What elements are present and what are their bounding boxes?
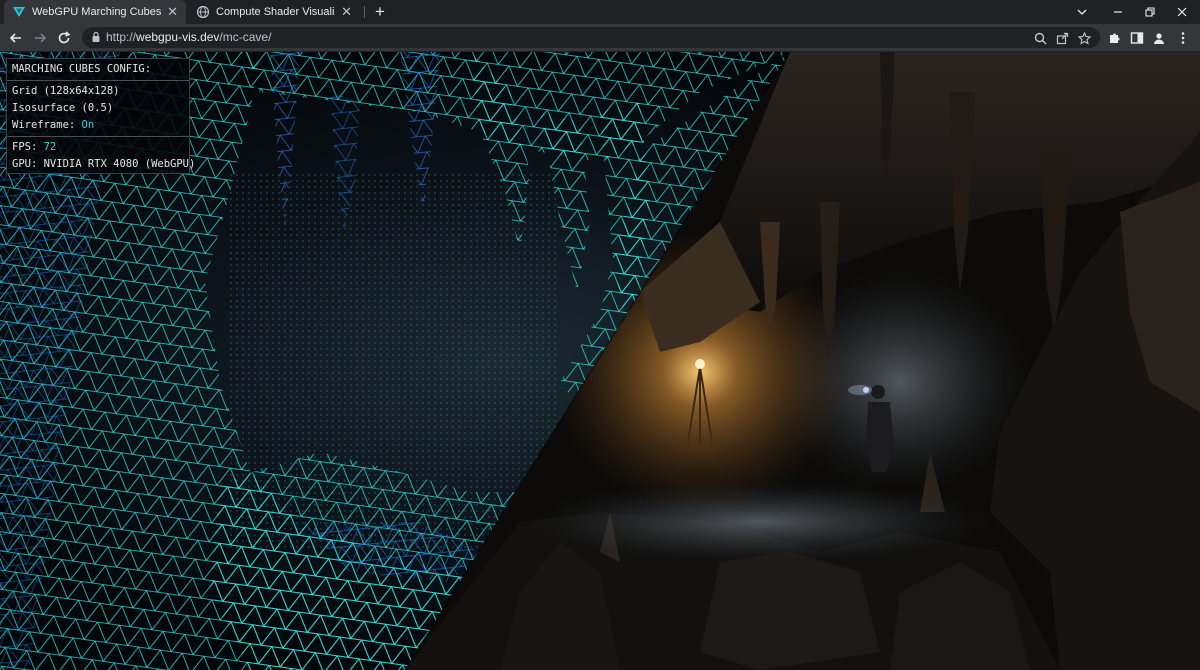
browser-toolbar: http://webgpu-vis.dev/mc-cave/ <box>0 24 1200 52</box>
arrow-left-icon <box>9 33 21 43</box>
hud-heading: MARCHING CUBES CONFIG: <box>7 59 189 81</box>
share-icon[interactable] <box>1054 30 1070 46</box>
hud-wireframe: Wireframe: On <box>12 119 95 131</box>
url-text: http://webgpu-vis.dev/mc-cave/ <box>106 30 272 44</box>
back-button[interactable] <box>6 28 26 48</box>
arrow-right-icon <box>35 33 47 43</box>
tab-separator <box>364 6 365 18</box>
tab-title: Compute Shader Visualization <box>216 6 335 18</box>
tab-strip: WebGPU Marching Cubes Cave | ✕ Compute S… <box>0 0 1200 24</box>
reload-button[interactable] <box>54 28 74 48</box>
hud-isosurface: Isosurface (0.5) <box>12 102 114 114</box>
more-menu-icon[interactable] <box>1174 29 1192 47</box>
hud-grid: Grid (128x64x128) <box>12 85 120 97</box>
reload-icon <box>58 31 71 44</box>
tab-search-icon[interactable] <box>1064 0 1100 24</box>
tab-compute-shader-visualization[interactable]: Compute Shader Visualization ✕ <box>188 0 360 24</box>
new-tab-button[interactable]: + <box>370 2 390 22</box>
wireframe-status: On <box>81 119 95 131</box>
hud-gpu: GPU: NVIDIA RTX 4080 (WebGPU) <box>12 158 196 170</box>
tab-title: WebGPU Marching Cubes Cave | <box>32 6 162 18</box>
minimize-icon[interactable] <box>1100 0 1136 24</box>
lock-icon[interactable] <box>90 31 102 43</box>
triangle-logo-icon <box>13 7 25 17</box>
hud-fps: FPS: 72 <box>12 141 57 153</box>
close-tab-icon[interactable]: ✕ <box>167 4 178 20</box>
globe-icon <box>196 5 210 19</box>
profile-avatar-icon[interactable] <box>1150 29 1168 47</box>
side-panel-icon[interactable] <box>1128 29 1146 47</box>
tab-webgpu-marching-cubes[interactable]: WebGPU Marching Cubes Cave | ✕ <box>4 0 186 24</box>
close-tab-icon[interactable]: ✕ <box>341 4 352 20</box>
forward-button[interactable] <box>30 28 50 48</box>
zoom-search-icon[interactable] <box>1032 30 1048 46</box>
extensions-puzzle-icon[interactable] <box>1106 29 1124 47</box>
bookmark-star-icon[interactable] <box>1076 30 1092 46</box>
address-bar[interactable]: http://webgpu-vis.dev/mc-cave/ <box>82 27 1100 48</box>
fps-value: 72 <box>43 141 57 153</box>
restore-icon[interactable] <box>1132 0 1168 24</box>
marching-cubes-config-panel: MARCHING CUBES CONFIG: Grid (128x64x128)… <box>6 58 196 174</box>
close-window-icon[interactable] <box>1164 0 1200 24</box>
